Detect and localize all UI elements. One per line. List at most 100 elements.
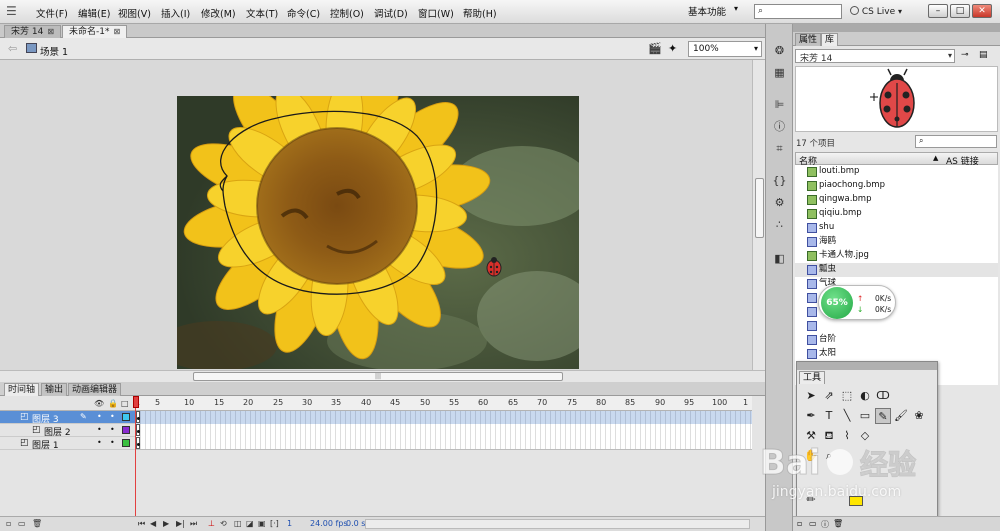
menu-help[interactable]: 帮助(H) <box>463 6 497 20</box>
code-snippets-icon[interactable]: {} <box>772 174 787 188</box>
layer-row-2[interactable]: ◰ 图层 2 • • <box>0 424 135 438</box>
cs-live-button[interactable]: CS Live ▾ <box>850 6 902 17</box>
layer-color-swatch[interactable] <box>122 413 130 421</box>
list-item[interactable]: qingwa.bmp <box>795 193 998 207</box>
close-icon[interactable]: ⊠ <box>113 27 120 36</box>
current-frame[interactable]: 1 <box>287 519 292 528</box>
menu-control[interactable]: 控制(O) <box>330 6 364 20</box>
line-tool-icon[interactable]: ╲ <box>839 408 855 424</box>
menu-file[interactable]: 文件(F) <box>36 6 68 20</box>
stage-canvas[interactable] <box>177 96 579 369</box>
scrollbar-thumb[interactable]: ||| <box>193 372 563 381</box>
info-icon[interactable]: ⓘ <box>772 120 787 134</box>
edit-multiple-icon[interactable]: ▣ <box>258 519 266 528</box>
menu-debug[interactable]: 调试(D) <box>374 6 408 20</box>
workspace-switcher[interactable]: 基本功能 ▾ <box>688 4 746 19</box>
network-speed-widget[interactable]: 65% ↑ 0K/s ↓ 0K/s <box>818 285 896 320</box>
list-item[interactable]: piaochong.bmp <box>795 179 998 193</box>
help-search-input[interactable]: ⌕ <box>754 4 842 19</box>
back-arrow-icon[interactable]: ⇦ <box>8 42 17 55</box>
lock-dot[interactable]: • <box>110 412 115 421</box>
visibility-dot[interactable]: • <box>97 425 102 434</box>
eyedropper-tool-icon[interactable]: ⌇ <box>839 428 855 444</box>
pencil-tool-icon[interactable]: ✎ <box>875 408 891 424</box>
history-icon[interactable]: ◧ <box>772 252 787 266</box>
prev-frame-icon[interactable]: ◀ <box>150 519 156 528</box>
list-item[interactable]: 海鸥 <box>795 235 998 249</box>
new-symbol-icon[interactable]: ▫ <box>797 519 802 528</box>
new-layer-icon[interactable]: ▫ <box>6 519 11 528</box>
first-frame-icon[interactable]: ⏮ <box>138 519 145 529</box>
center-frame-icon[interactable]: ⊥ <box>208 519 215 528</box>
edit-symbols-icon[interactable]: ✦ <box>668 42 682 55</box>
delete-icon[interactable]: 🗑 <box>833 519 843 528</box>
free-transform-tool-icon[interactable]: ⬚ <box>839 388 855 404</box>
menu-edit[interactable]: 编辑(E) <box>78 6 110 20</box>
swatches-icon[interactable]: ▦ <box>772 66 787 80</box>
list-item[interactable]: 卡通人物.jpg <box>795 249 998 263</box>
tab-properties[interactable]: 属性 <box>795 33 822 46</box>
last-frame-icon[interactable]: ⏭ <box>190 519 197 529</box>
transform-icon[interactable]: ⌗ <box>772 142 787 156</box>
list-item[interactable]: shu <box>795 221 998 235</box>
visibility-dot[interactable]: • <box>97 438 102 447</box>
minimize-button[interactable]: – <box>928 4 948 18</box>
new-folder-icon[interactable]: ▭ <box>18 519 26 528</box>
list-item[interactable]: 台阶 <box>795 333 998 347</box>
new-folder-icon[interactable]: ▭ <box>809 519 817 528</box>
list-item[interactable]: qiqiu.bmp <box>795 207 998 221</box>
layer-color-swatch[interactable] <box>122 439 130 447</box>
text-tool-icon[interactable]: T <box>821 408 837 424</box>
components-icon[interactable]: ⚙ <box>772 196 787 210</box>
keyframe[interactable] <box>136 424 140 436</box>
tools-tab[interactable]: 工具 <box>799 371 826 384</box>
pasteboard[interactable] <box>0 60 752 370</box>
layer-name[interactable]: 图层 1 <box>32 438 59 451</box>
tab-motion-editor[interactable]: 动画编辑器 <box>68 383 122 396</box>
fill-color-swatch[interactable] <box>849 496 863 506</box>
lock-dot[interactable]: • <box>110 438 115 447</box>
zoom-tool-icon[interactable]: ⌕ <box>821 448 837 464</box>
library-search-input[interactable]: ⌕ <box>915 135 997 148</box>
stage-horizontal-scrollbar[interactable]: ||| <box>0 370 765 382</box>
layer-row-1[interactable]: ◰ 图层 1 • • <box>0 437 135 451</box>
visibility-dot[interactable]: • <box>97 412 102 421</box>
menu-view[interactable]: 视图(V) <box>118 6 151 20</box>
stroke-color-icon[interactable]: ✏ <box>803 492 819 508</box>
tools-titlebar[interactable] <box>797 362 937 370</box>
list-item[interactable]: louti.bmp <box>795 165 998 179</box>
zoom-select[interactable]: 100% ▾ <box>688 41 762 57</box>
eye-icon[interactable]: 👁 <box>94 399 104 408</box>
restore-button[interactable]: □ <box>950 4 970 18</box>
menu-window[interactable]: 窗口(W) <box>418 6 454 20</box>
hand-tool-icon[interactable]: ✋ <box>803 448 819 464</box>
deco-tool-icon[interactable]: ❀ <box>911 408 927 424</box>
selection-tool-icon[interactable]: ➤ <box>803 388 819 404</box>
align-icon[interactable]: ⊫ <box>772 98 787 112</box>
paint-bucket-tool-icon[interactable]: ⛾ <box>821 428 837 444</box>
doc-tab-1[interactable]: 宋芳 14 ⊠ <box>4 25 62 38</box>
panel-titlebar[interactable] <box>793 24 1000 32</box>
loop-icon[interactable]: ⟲ <box>220 519 227 528</box>
layer-row-3[interactable]: ◰ 图层 3 ✎ • • <box>0 411 135 425</box>
list-item[interactable]: 瓢虫 <box>795 263 998 277</box>
subselection-tool-icon[interactable]: ⇗ <box>821 388 837 404</box>
frame-ruler[interactable]: 1 5 10 15 20 25 30 35 40 45 50 55 60 65 … <box>135 396 752 411</box>
lock-dot[interactable]: • <box>110 425 115 434</box>
next-frame-icon[interactable]: ▶| <box>176 519 185 528</box>
motion-presets-icon[interactable]: ∴ <box>772 218 787 232</box>
play-icon[interactable]: ▶ <box>163 519 169 528</box>
scrollbar-thumb[interactable] <box>755 178 764 238</box>
new-library-icon[interactable]: ▤ <box>979 50 988 60</box>
rectangle-tool-icon[interactable]: ▭ <box>857 408 873 424</box>
close-button[interactable]: ✕ <box>972 4 992 18</box>
color-icon[interactable]: ❂ <box>772 44 787 58</box>
menu-insert[interactable]: 插入(I) <box>161 6 190 20</box>
tab-output[interactable]: 输出 <box>41 383 68 396</box>
pen-tool-icon[interactable]: ✒ <box>803 408 819 424</box>
close-icon[interactable]: ⊠ <box>47 27 54 36</box>
playhead-handle[interactable] <box>133 396 139 408</box>
list-item[interactable] <box>795 319 998 333</box>
layer-color-swatch[interactable] <box>122 426 130 434</box>
stage-vertical-scrollbar[interactable] <box>752 60 765 370</box>
